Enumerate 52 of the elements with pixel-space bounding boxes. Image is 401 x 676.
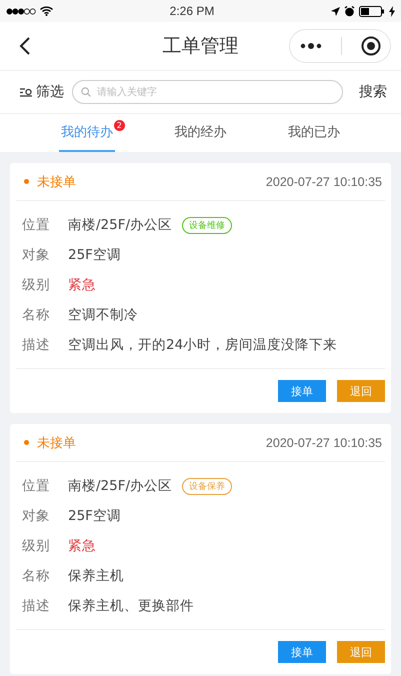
alarm-icon [344, 6, 355, 16]
count-badge: 2 [114, 120, 125, 131]
search-field[interactable]: 请输入关键字 [72, 80, 343, 104]
category-tag: 设备保养 [182, 478, 232, 494]
battery-icon [358, 6, 385, 16]
back-icon[interactable] [18, 36, 32, 56]
field-label: 对象 [22, 246, 51, 264]
search-button[interactable]: 搜索 [351, 83, 387, 101]
field-value: 南楼/25F/办公区 [68, 216, 172, 234]
field-value: 保养主机 [68, 567, 124, 585]
filter-icon [20, 88, 32, 96]
accept-button[interactable]: 接单 [278, 380, 326, 402]
field-value: 空调不制冷 [68, 306, 138, 324]
wifi-icon [40, 6, 53, 16]
field-label: 级别 [22, 537, 51, 555]
field-label: 对象 [22, 507, 51, 525]
field-value: 南楼/25F/办公区 [68, 477, 172, 495]
filter-button[interactable]: 筛选 [20, 83, 64, 101]
field-value: 25F空调 [68, 246, 121, 264]
more-icon[interactable] [300, 43, 322, 49]
order-status: 未接单 [37, 174, 76, 190]
category-tag: 设备维修 [182, 216, 232, 234]
field-value: 紧急 [68, 276, 96, 294]
field-value: 紧急 [68, 537, 96, 555]
order-time: 2020-07-27 10:10:35 [266, 436, 382, 450]
field-value: 保养主机、更换部件 [68, 597, 194, 615]
return-button[interactable]: 退回 [337, 380, 385, 402]
field-label: 描述 [22, 336, 51, 354]
field-value: 25F空调 [68, 507, 121, 525]
status-dot [24, 179, 29, 184]
field-value: 空调出风，开的24小时，房间温度没降下来 [68, 336, 338, 354]
location-icon [330, 6, 340, 16]
field-label: 级别 [22, 276, 51, 294]
signal-icon [6, 8, 36, 14]
accept-button[interactable]: 接单 [278, 641, 326, 663]
tab[interactable]: 我的已办 [286, 114, 342, 152]
close-icon[interactable] [360, 36, 380, 56]
page-title: 工单管理 [162, 35, 238, 57]
field-label: 位置 [22, 477, 51, 495]
status-dot [24, 440, 29, 445]
order-status: 未接单 [37, 434, 76, 452]
field-label: 名称 [22, 567, 51, 585]
tab[interactable]: 我的待办 [58, 114, 115, 152]
charging-icon [388, 6, 395, 16]
field-label: 名称 [22, 306, 51, 324]
order-time: 2020-07-27 10:10:35 [266, 174, 382, 188]
field-label: 位置 [22, 216, 51, 234]
field-label: 描述 [22, 597, 51, 615]
tab[interactable]: 我的经办 [172, 114, 228, 152]
clock-time: 2:26 PM [170, 4, 214, 18]
return-button[interactable]: 退回 [337, 641, 385, 663]
search-icon [81, 87, 91, 97]
